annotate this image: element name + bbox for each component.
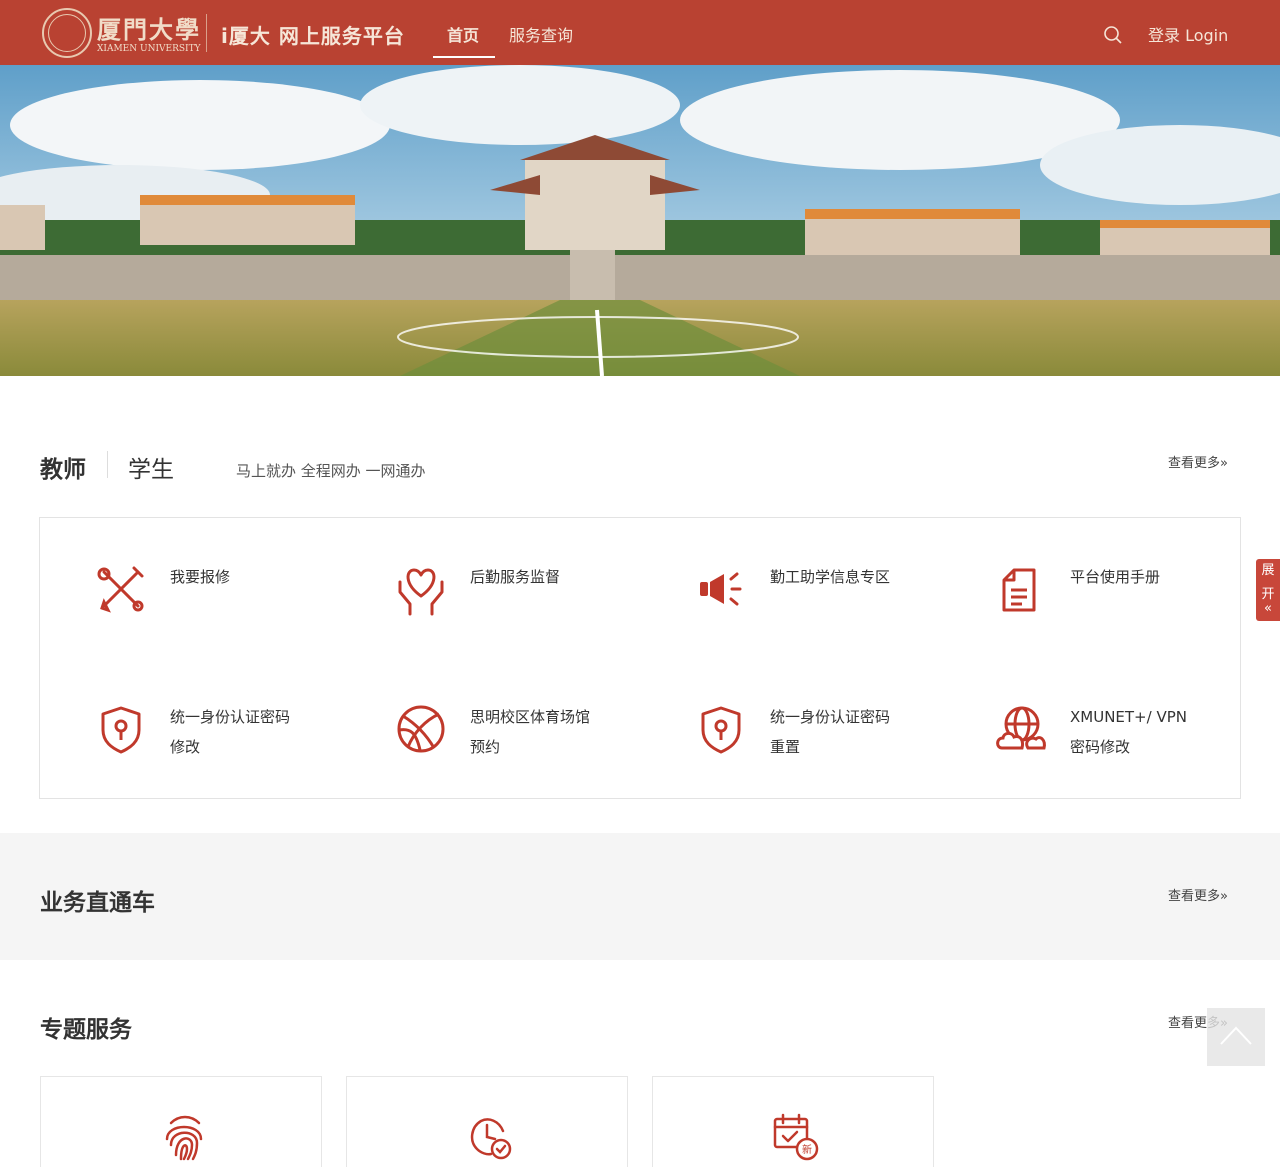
service-item-logistics[interactable]: 后勤服务监督 xyxy=(340,518,640,616)
service-label: 勤工助学信息专区 xyxy=(770,568,891,586)
service-item-manual[interactable]: 平台使用手册 xyxy=(940,518,1240,612)
back-to-top-button[interactable] xyxy=(1207,1008,1265,1066)
logo-english-text: XIAMEN UNIVERSITY xyxy=(97,44,201,54)
service-item-stadium-booking[interactable]: 思明校区体育场馆预约 xyxy=(340,658,640,756)
new-badge: 新 xyxy=(802,1143,812,1156)
chevron-up-icon xyxy=(1220,1026,1252,1045)
service-label: 思明校区体育场馆预约 xyxy=(470,708,591,756)
side-tab-arrow: « xyxy=(1264,601,1272,616)
topic-card[interactable]: 新 xyxy=(652,1076,934,1167)
service-label: XMUNET+/ VPN密码修改 xyxy=(1070,708,1187,756)
platform-title: i厦大 网上服务平台 xyxy=(221,24,405,48)
shield-lock-icon xyxy=(101,706,141,754)
heart-hands-icon xyxy=(398,568,444,616)
service-label: 统一身份认证密码修改 xyxy=(170,708,291,756)
login-link[interactable]: 登录 Login xyxy=(1148,22,1228,46)
logo-divider xyxy=(206,14,207,52)
service-label: 统一身份认证密码重置 xyxy=(770,708,891,756)
top-header: 厦門大學 XIAMEN UNIVERSITY i厦大 网上服务平台 首页 服务查… xyxy=(0,0,1280,65)
basketball-icon xyxy=(397,705,445,753)
slogan-text: 马上就办 全程网办 一网通办 xyxy=(236,462,426,480)
campus-banner-image xyxy=(0,65,1280,376)
side-tab-label-2: 开 xyxy=(1261,587,1275,602)
service-label: 平台使用手册 xyxy=(1070,568,1161,586)
tab-student[interactable]: 学生 xyxy=(128,450,174,484)
tab-separator xyxy=(107,451,108,478)
side-expand-tab[interactable]: 展 开 « xyxy=(1256,559,1280,621)
service-item-password-reset[interactable]: 统一身份认证密码重置 xyxy=(640,658,940,756)
nav-active-underline xyxy=(433,56,495,58)
fingerprint-icon xyxy=(165,1115,203,1161)
view-more-express-link[interactable]: 查看更多» xyxy=(1168,885,1228,904)
service-item-password-change[interactable]: 统一身份认证密码修改 xyxy=(40,658,340,756)
clock-check-icon xyxy=(470,1118,512,1160)
topic-card[interactable] xyxy=(40,1076,322,1167)
nav-service-query[interactable]: 服务查询 xyxy=(509,22,573,46)
topic-card[interactable] xyxy=(346,1076,628,1167)
service-item-work-study[interactable]: 勤工助学信息专区 xyxy=(640,518,940,608)
logo-chinese-text[interactable]: 厦門大學 xyxy=(97,10,201,45)
shield-lock-icon xyxy=(701,706,741,754)
topics-section-title: 专题服务 xyxy=(40,1017,132,1043)
side-tab-label-1: 展 xyxy=(1261,563,1275,578)
megaphone-icon xyxy=(700,572,742,606)
repair-tools-icon xyxy=(97,566,144,613)
service-label: 后勤服务监督 xyxy=(470,568,561,586)
globe-cloud-icon xyxy=(996,706,1046,750)
service-item-repair[interactable]: 我要报修 xyxy=(40,518,340,613)
university-seal-logo[interactable] xyxy=(42,8,92,58)
service-item-vpn-password[interactable]: XMUNET+/ VPN密码修改 xyxy=(940,658,1240,756)
view-more-services-link[interactable]: 查看更多» xyxy=(1168,452,1228,471)
calendar-new-icon: 新 xyxy=(773,1113,819,1161)
document-icon xyxy=(1002,568,1036,612)
nav-home[interactable]: 首页 xyxy=(447,22,479,46)
service-grid: 我要报修 后勤服务监督 勤工助学信息专区 平台使用手册 统一身份认证密码修改 思… xyxy=(39,517,1241,799)
service-label: 我要报修 xyxy=(170,568,231,586)
express-section-band xyxy=(0,833,1280,960)
search-icon[interactable] xyxy=(1103,25,1123,45)
tab-teacher[interactable]: 教师 xyxy=(40,450,86,484)
express-section-title: 业务直通车 xyxy=(40,890,155,916)
